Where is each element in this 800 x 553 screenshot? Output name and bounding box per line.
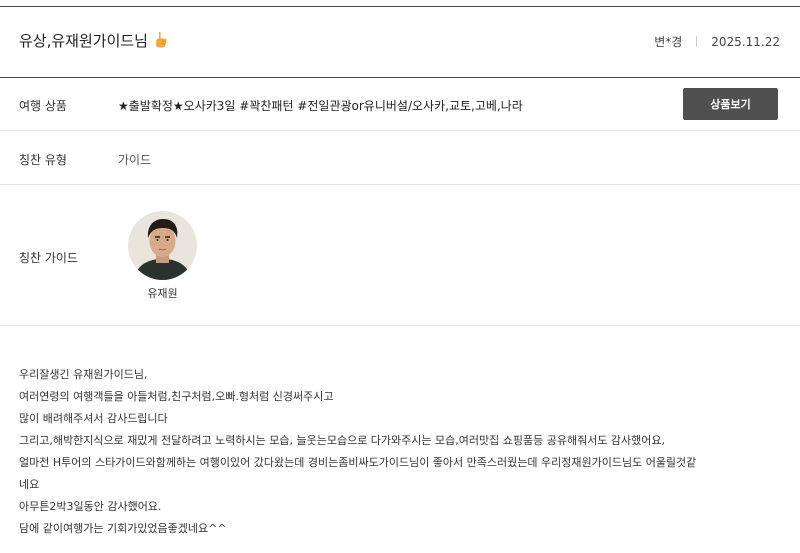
guide-avatar[interactable] [128,211,197,280]
review-date: 2025.11.22 [711,35,780,49]
body-line: 우리잘생긴 유재원가이드님, [19,368,148,381]
praise-guide-label: 칭찬 가이드 [19,251,79,265]
body-line: 담에 같이여행가는 기회가있었음좋겠네요^^ [19,522,227,535]
row-divider [0,325,800,326]
body-line: 그리고,해박한지식으로 재밌게 전달하려고 노력하시는 모습, 늘웃는모습으로 … [19,434,666,447]
thumbs-up-icon [154,31,169,52]
product-label: 여행 상품 [19,99,67,113]
meta-divider [696,36,698,47]
guide-name: 유재원 [147,287,178,300]
review-meta: 변*경 2025.11.22 [654,33,780,50]
review-title: 유상,유재원가이드님 [19,30,169,52]
praise-guide-row: 칭찬 가이드 [0,185,800,325]
review-author: 변*경 [654,35,683,49]
view-product-button[interactable]: 상품보기 [683,88,778,120]
review-body: 우리잘생긴 유재원가이드님, 여러연령의 여행객들을 아들처럼,친구처럼,오빠.… [19,364,789,540]
review-detail: 유상,유재원가이드님 변*경 2025.11.22 여행 상품 ★출발확정★오사카… [0,0,800,553]
body-line: 얼마전 H투어의 스타가이드와함께하는 여행이있어 갔다왔는데 경비는좀비싸도가… [19,456,697,469]
body-line: 네요 [19,478,40,491]
praise-type-row: 칭찬 유형 가이드 [0,131,800,184]
body-line: 여러연령의 여행객들을 아들처럼,친구처럼,오빠.형처럼 신경써주시고 [19,390,334,403]
body-line: 많이 배려해주셔서 감사드립니다 [19,412,168,425]
body-line: 아무튼2박3일동안 감사했어요. [19,500,162,513]
review-header: 유상,유재원가이드님 변*경 2025.11.22 [0,7,800,77]
review-title-text: 유상,유재원가이드님 [19,32,148,50]
product-name: ★출발확정★오사카3일 #꽉찬패턴 #전일관광or유니버설/오사카,교토,고베,… [118,99,523,113]
product-row: 여행 상품 ★출발확정★오사카3일 #꽉찬패턴 #전일관광or유니버설/오사카,… [0,78,800,130]
praise-type-value: 가이드 [118,153,152,167]
praise-type-label: 칭찬 유형 [19,153,67,167]
